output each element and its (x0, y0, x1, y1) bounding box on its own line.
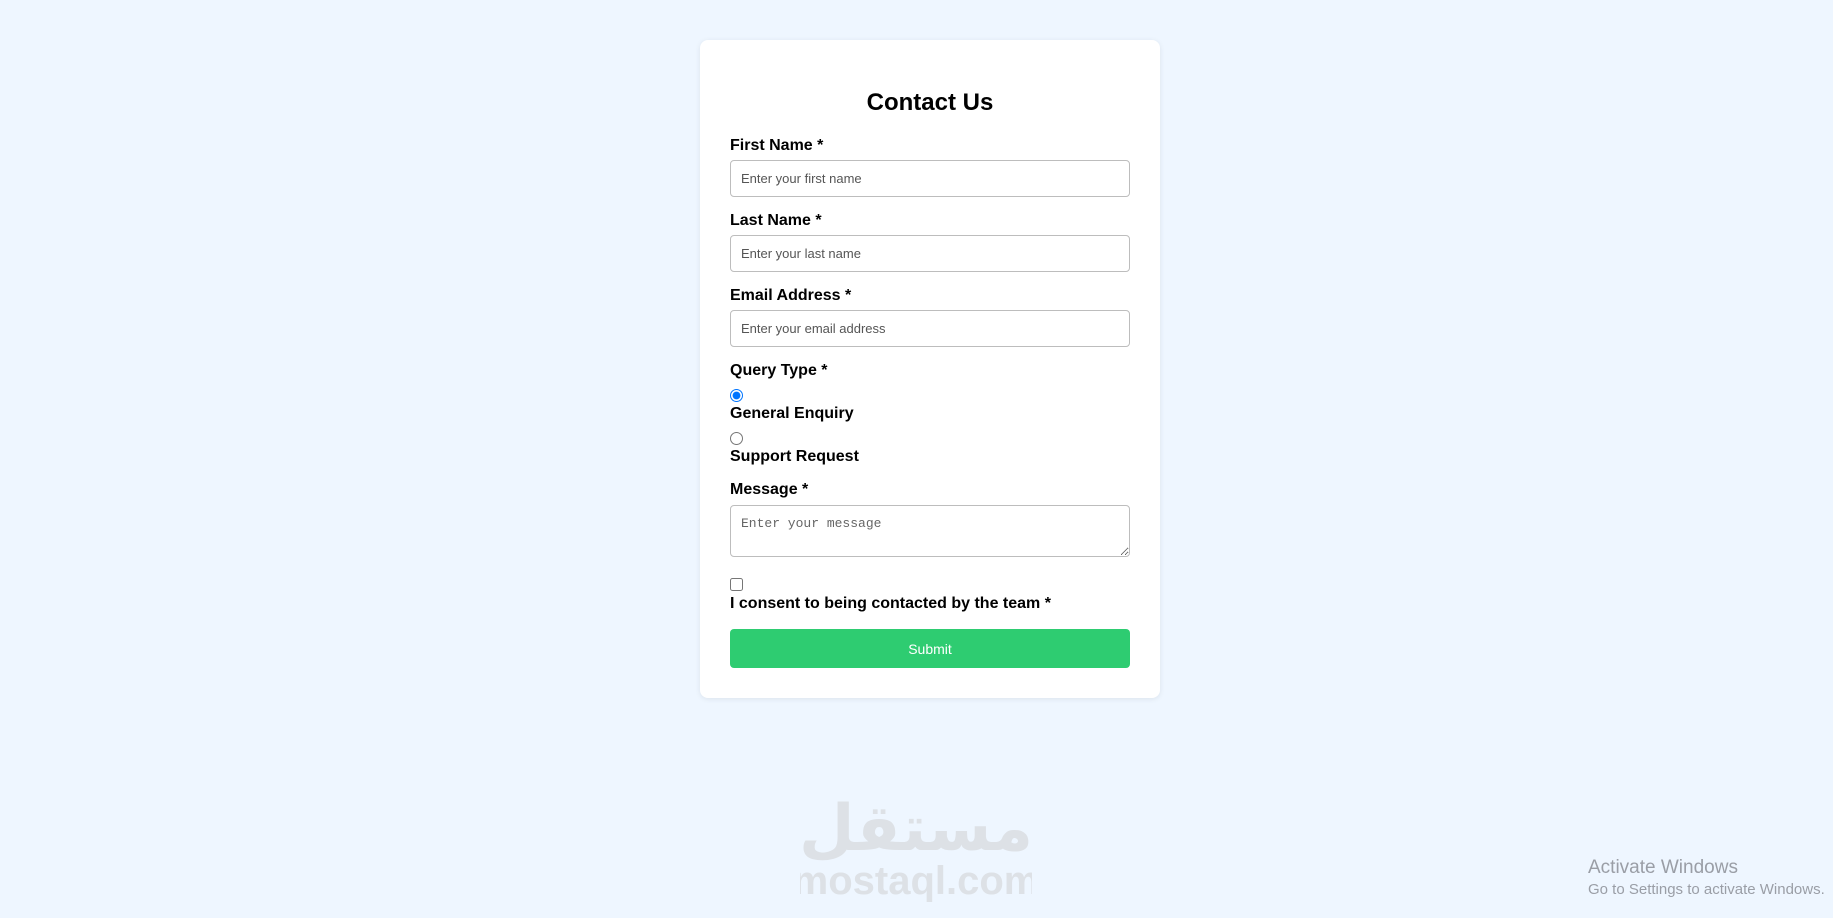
support-request-radio[interactable] (730, 432, 743, 445)
message-textarea[interactable] (730, 505, 1130, 557)
form-title: Contact Us (866, 89, 994, 116)
consent-label[interactable]: I consent to being contacted by the team… (730, 594, 1051, 614)
consent-checkbox[interactable] (730, 578, 743, 591)
first-name-label: First Name * (730, 137, 824, 154)
general-enquiry-radio[interactable] (730, 389, 743, 402)
activate-windows-notice: Activate Windows Go to Settings to activ… (1588, 856, 1825, 900)
submit-button[interactable]: Submit (730, 629, 1130, 668)
query-type-label: Query Type * (730, 362, 828, 379)
contact-form-card: Contact Us First Name * Last Name * Emai… (700, 40, 1160, 698)
watermark-domain-text: mostaql.com (800, 859, 1032, 902)
last-name-label: Last Name * (730, 212, 822, 229)
first-name-input[interactable] (730, 160, 1130, 197)
activate-windows-subtitle: Go to Settings to activate Windows. (1588, 881, 1825, 898)
message-label: Message * (730, 481, 809, 498)
mostaql-watermark-logo: مستقل mostaql.com (800, 792, 1032, 902)
activate-windows-title: Activate Windows (1588, 857, 1738, 878)
watermark-logo-text: مستقل (800, 792, 1032, 866)
last-name-input[interactable] (730, 235, 1130, 272)
support-request-label[interactable]: Support Request (730, 447, 859, 467)
email-input[interactable] (730, 310, 1130, 347)
general-enquiry-label[interactable]: General Enquiry (730, 404, 854, 424)
email-label: Email Address * (730, 287, 852, 304)
